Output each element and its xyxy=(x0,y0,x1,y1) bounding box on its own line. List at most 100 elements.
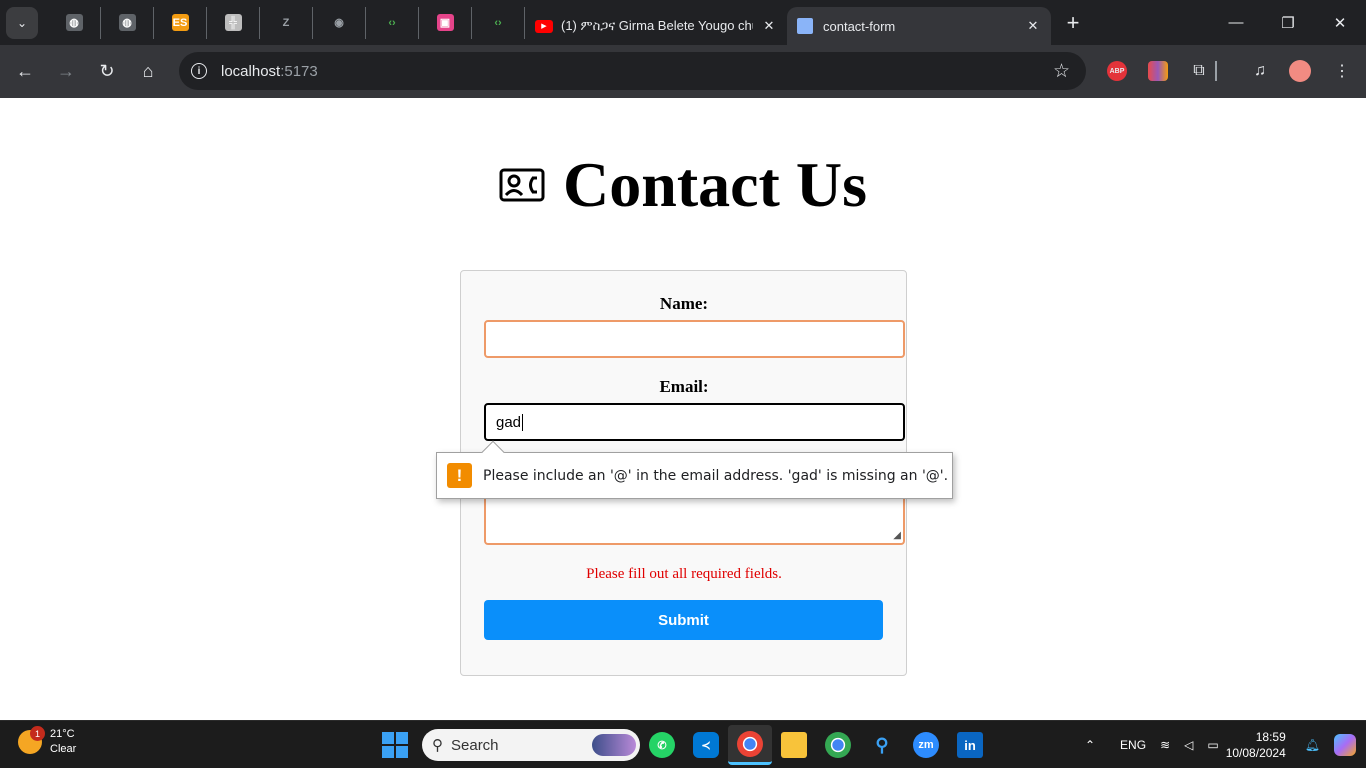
page-title-text: Contact Us xyxy=(563,149,867,220)
avatar xyxy=(1289,60,1311,82)
pinned-tab[interactable]: ◍ xyxy=(101,6,154,39)
chevron-up-icon[interactable]: ⌃ xyxy=(1085,738,1095,752)
validation-tooltip: ! Please include an '@' in the email add… xyxy=(436,440,953,499)
pinned-tab[interactable]: ‹› xyxy=(366,6,419,39)
magnifier-icon: ⚲ xyxy=(875,734,889,755)
profile-button[interactable] xyxy=(1285,56,1315,86)
new-tab-button[interactable]: + xyxy=(1055,7,1091,39)
text-cursor xyxy=(522,413,524,431)
battery-icon[interactable]: ▭ xyxy=(1207,738,1218,752)
vscode-icon: ≺ xyxy=(693,732,719,758)
page-content: Contact Us Name: Email: gad ◢ Please fil… xyxy=(0,98,1366,720)
notification-bell-icon[interactable]: 🔔︎ xyxy=(1305,738,1320,752)
youtube-icon: ▶ xyxy=(535,19,553,33)
weather-widget[interactable]: 1 21°C Clear xyxy=(18,726,77,757)
taskbar-linkedin[interactable]: in xyxy=(948,725,992,765)
tab-contact-form[interactable]: contact-form ✕ xyxy=(787,7,1051,45)
name-input[interactable] xyxy=(484,320,905,358)
moon-icon: 1 xyxy=(18,726,45,754)
date: 10/08/2024 xyxy=(1225,746,1286,760)
home-button[interactable]: ⌂ xyxy=(130,54,166,90)
url-text: localhost:5173 xyxy=(221,63,318,80)
adblock-extension-button[interactable]: ABP xyxy=(1102,56,1132,86)
search-highlight-image xyxy=(592,734,636,756)
forward-button[interactable]: → xyxy=(48,54,84,90)
restore-icon: ❐ xyxy=(1281,14,1295,32)
minimize-button[interactable]: — xyxy=(1210,0,1262,45)
tab-search-button[interactable]: ⌄ xyxy=(6,6,38,39)
z-icon: Z xyxy=(277,14,295,31)
resize-handle-icon[interactable]: ◢ xyxy=(893,530,901,541)
pinned-tab[interactable]: ▣ xyxy=(419,6,472,39)
contact-card-icon xyxy=(499,168,545,202)
taskbar-chrome-active[interactable] xyxy=(728,725,772,765)
extension-button[interactable] xyxy=(1143,56,1173,86)
submit-button[interactable]: Submit xyxy=(484,600,883,640)
pinned-tabs: ◍ ◍ ES ╬ Z ◉ ‹› ▣ ‹› xyxy=(48,6,525,39)
close-window-button[interactable]: ✕ xyxy=(1314,0,1366,45)
taskbar-whatsapp[interactable]: ✆ xyxy=(640,725,684,765)
taskbar-search-app[interactable]: ⚲ xyxy=(860,725,904,765)
bookmark-star-icon[interactable]: ☆ xyxy=(1053,60,1070,83)
warning-icon: ! xyxy=(447,463,472,488)
email-input[interactable]: gad xyxy=(484,403,905,441)
adblock-icon: ABP xyxy=(1107,61,1127,81)
taskbar: 1 21°C Clear ⚲ Search ✆ ≺ ⚲ zm in ⌃ ENG … xyxy=(0,720,1366,768)
search-icon: ⚲ xyxy=(432,737,443,754)
error-message: Please fill out all required fields. xyxy=(586,566,782,582)
pinned-tab[interactable]: ES xyxy=(154,6,207,39)
site-info-icon[interactable]: i xyxy=(191,63,207,79)
volume-icon[interactable]: ◁ xyxy=(1184,738,1193,752)
media-control-button[interactable]: ♫ xyxy=(1245,56,1275,86)
pinned-tab[interactable]: ‹› xyxy=(472,6,525,39)
es-icon: ES xyxy=(171,14,189,31)
more-vertical-icon: ⋮ xyxy=(1334,63,1350,80)
name-label: Name: xyxy=(659,294,709,313)
plus-icon: + xyxy=(1066,9,1080,35)
taskbar-zoom[interactable]: zm xyxy=(904,725,948,765)
reload-button[interactable]: ↻ xyxy=(89,54,125,90)
restore-button[interactable]: ❐ xyxy=(1262,0,1314,45)
puzzle-icon: ⧉ xyxy=(1193,62,1205,79)
code-icon: ‹› xyxy=(383,14,401,31)
wifi-icon[interactable]: ≋ xyxy=(1160,738,1170,752)
weather-condition: Clear xyxy=(50,743,77,755)
tab-youtube[interactable]: ▶ (1) ምስጋና Girma Belete Yougo chur ✕ xyxy=(525,7,787,45)
pinned-tab[interactable]: ╬ xyxy=(207,6,260,39)
time: 18:59 xyxy=(1255,730,1286,744)
reload-icon: ↻ xyxy=(99,61,115,81)
pinned-tab[interactable]: Z xyxy=(260,6,313,39)
taskbar-search[interactable]: ⚲ Search xyxy=(422,729,640,761)
chrome-icon xyxy=(737,730,763,757)
search-label: Search xyxy=(451,736,499,754)
close-icon[interactable]: ✕ xyxy=(1025,18,1041,34)
folder-icon xyxy=(781,732,807,758)
temperature: 21°C xyxy=(50,728,75,740)
browser-menu-button[interactable]: ⋮ xyxy=(1327,56,1357,86)
taskbar-chrome[interactable] xyxy=(816,725,860,765)
start-button[interactable] xyxy=(382,732,408,758)
back-button[interactable]: ← xyxy=(7,54,43,90)
linkedin-icon: in xyxy=(957,732,983,758)
message-textarea[interactable]: ◢ xyxy=(484,497,905,545)
pinned-tab[interactable]: ◉ xyxy=(313,6,366,39)
home-icon: ⌂ xyxy=(142,61,154,81)
tab-strip: ⌄ ◍ ◍ ES ╬ Z ◉ ‹› ▣ ‹› ▶ (1) ምስጋና Girma Belete Y… xyxy=(0,0,1366,45)
copilot-icon[interactable] xyxy=(1334,734,1356,756)
validation-message: Please include an '@' in the email addre… xyxy=(483,467,949,484)
pinned-tab[interactable]: ◍ xyxy=(48,6,101,39)
clock[interactable]: 18:59 10/08/2024 xyxy=(1226,729,1286,761)
code-icon: ‹› xyxy=(489,14,507,31)
close-icon[interactable]: ✕ xyxy=(761,18,777,34)
email-label: Email: xyxy=(659,377,709,396)
close-icon: ✕ xyxy=(1333,14,1347,32)
tab-title: (1) ምስጋና Girma Belete Yougo chur xyxy=(561,18,753,33)
address-bar[interactable]: i localhost:5173 ☆ xyxy=(179,52,1086,90)
email-input-value: gad xyxy=(496,413,522,431)
extensions-menu-button[interactable]: ⧉ xyxy=(1184,56,1214,86)
taskbar-vscode[interactable]: ≺ xyxy=(684,725,728,765)
toolbar-divider xyxy=(1215,61,1217,81)
taskbar-file-explorer[interactable] xyxy=(772,725,816,765)
arrow-right-icon: → xyxy=(57,61,75,81)
language-indicator[interactable]: ENG xyxy=(1120,738,1146,752)
